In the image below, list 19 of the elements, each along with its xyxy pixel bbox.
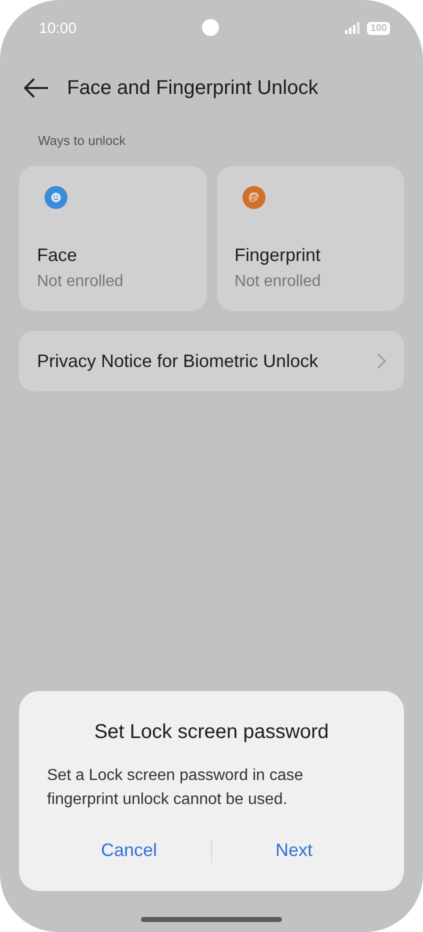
battery-indicator: 100 (367, 22, 390, 34)
camera-cutout (202, 19, 219, 36)
method-title: Fingerprint (234, 245, 321, 266)
method-title: Face (37, 245, 78, 266)
unlock-method-card[interactable]: Fingerprint Not enrolled (216, 166, 404, 311)
signal-icon (345, 22, 360, 34)
privacy-notice-row[interactable]: Privacy Notice for Biometric Unlock (19, 331, 404, 391)
dialog-title: Set Lock screen password (93, 721, 330, 744)
dialog-button[interactable]: Next (212, 834, 376, 867)
dialog-button[interactable]: Cancel (47, 834, 211, 867)
dialog-message: Set a Lock screen password in case fingerprint unlock cannot be used. (47, 766, 304, 810)
section-label: Ways to unlock (38, 133, 127, 148)
status-time: 10:00 (39, 20, 77, 36)
page-title: Face and Fingerprint Unlock (67, 76, 318, 100)
chevron-right-icon (377, 353, 386, 369)
unlock-method-card[interactable]: Face Not enrolled (19, 166, 206, 311)
back-arrow-icon (23, 78, 49, 98)
method-status: Not enrolled (37, 273, 124, 291)
method-status: Not enrolled (234, 273, 321, 291)
